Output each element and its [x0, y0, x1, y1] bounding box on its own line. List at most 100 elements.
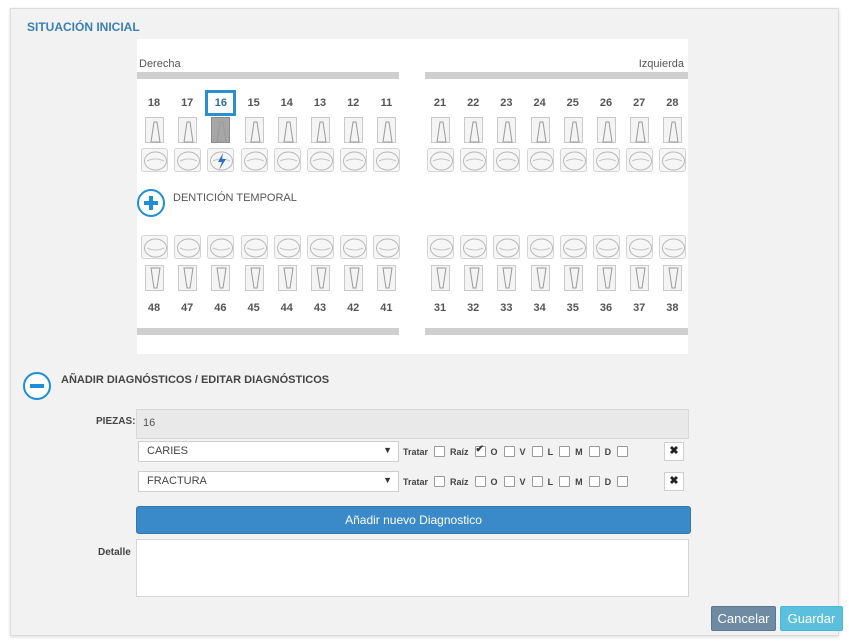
tooth-side-view-23[interactable] — [497, 117, 517, 143]
diagnosis-select-1[interactable]: CARIES ▼ — [138, 441, 399, 462]
tooth-occlusal-view-22[interactable] — [460, 148, 488, 172]
tooth-number-16[interactable]: 16 — [205, 90, 237, 116]
tooth-occlusal-view-31[interactable] — [427, 235, 454, 259]
tooth-occlusal-view-13[interactable] — [307, 148, 334, 172]
detalle-textarea[interactable] — [136, 539, 689, 597]
v-checkbox-1[interactable] — [503, 446, 515, 457]
tooth-number-37[interactable]: 37 — [625, 302, 653, 314]
l-checkbox-2[interactable] — [531, 476, 543, 487]
tooth-side-view-27[interactable] — [630, 117, 650, 143]
tooth-occlusal-view-47[interactable] — [174, 235, 202, 259]
tooth-occlusal-view-43[interactable] — [307, 235, 334, 259]
tooth-number-12[interactable]: 12 — [339, 97, 367, 109]
tooth-side-view-47[interactable] — [178, 265, 198, 291]
tooth-side-view-37[interactable] — [630, 265, 650, 291]
tooth-number-48[interactable]: 48 — [140, 302, 168, 314]
tooth-side-view-41[interactable] — [377, 265, 397, 291]
tooth-side-view-16[interactable] — [211, 117, 231, 143]
tooth-number-11[interactable]: 11 — [372, 97, 400, 109]
tooth-number-41[interactable]: 41 — [372, 302, 400, 314]
delete-diagnosis-button-2[interactable]: ✖ — [664, 472, 684, 491]
tooth-number-31[interactable]: 31 — [426, 302, 454, 314]
tooth-side-view-35[interactable] — [563, 265, 583, 291]
tooth-number-45[interactable]: 45 — [240, 302, 268, 314]
tooth-number-44[interactable]: 44 — [273, 302, 301, 314]
l-checkbox-1[interactable] — [531, 446, 543, 457]
tooth-number-27[interactable]: 27 — [625, 97, 653, 109]
m-checkbox-1[interactable] — [559, 446, 571, 457]
tooth-side-view-22[interactable] — [464, 117, 484, 143]
tooth-occlusal-view-36[interactable] — [593, 235, 620, 259]
tooth-occlusal-view-28[interactable] — [659, 148, 687, 172]
tooth-side-view-34[interactable] — [530, 265, 550, 291]
tooth-occlusal-view-23[interactable] — [493, 148, 521, 172]
save-button[interactable]: Guardar — [780, 606, 843, 631]
tooth-occlusal-view-11[interactable] — [373, 148, 401, 172]
tooth-number-25[interactable]: 25 — [559, 97, 587, 109]
diagnosis-select-2[interactable]: FRACTURA ▼ — [138, 471, 399, 492]
tooth-side-view-48[interactable] — [145, 265, 164, 291]
tooth-number-26[interactable]: 26 — [592, 97, 620, 109]
extra-checkbox-1[interactable] — [617, 446, 629, 457]
tratar-checkbox-1[interactable] — [434, 446, 446, 457]
tooth-side-view-25[interactable] — [563, 117, 583, 143]
tooth-occlusal-view-46[interactable] — [207, 235, 235, 259]
tooth-side-view-33[interactable] — [497, 265, 517, 291]
tooth-occlusal-view-41[interactable] — [373, 235, 401, 259]
tooth-number-43[interactable]: 43 — [306, 302, 334, 314]
tooth-number-34[interactable]: 34 — [526, 302, 554, 314]
tooth-number-42[interactable]: 42 — [339, 302, 367, 314]
tooth-number-46[interactable]: 46 — [206, 302, 234, 314]
expand-temporal-button[interactable] — [137, 189, 165, 217]
tooth-occlusal-view-48[interactable] — [141, 235, 168, 259]
extra-checkbox-2[interactable] — [617, 476, 629, 487]
v-checkbox-2[interactable] — [503, 476, 515, 487]
tooth-side-view-28[interactable] — [663, 117, 683, 143]
tooth-side-view-26[interactable] — [597, 117, 616, 143]
tooth-occlusal-view-35[interactable] — [559, 235, 587, 259]
tooth-occlusal-view-21[interactable] — [427, 148, 454, 172]
o-checkbox-2[interactable] — [474, 476, 486, 487]
tooth-number-14[interactable]: 14 — [273, 97, 301, 109]
tooth-side-view-14[interactable] — [277, 117, 297, 143]
tooth-occlusal-view-25[interactable] — [559, 148, 587, 172]
tooth-side-view-24[interactable] — [530, 117, 550, 143]
tooth-number-47[interactable]: 47 — [173, 302, 201, 314]
cancel-button[interactable]: Cancelar — [711, 606, 776, 631]
tooth-occlusal-view-24[interactable] — [526, 148, 554, 172]
o-checkbox-1[interactable] — [474, 444, 486, 457]
tooth-side-view-45[interactable] — [244, 265, 264, 291]
tooth-side-view-11[interactable] — [377, 117, 397, 143]
tooth-number-18[interactable]: 18 — [140, 97, 168, 109]
tooth-occlusal-view-34[interactable] — [526, 235, 554, 259]
tooth-side-view-31[interactable] — [431, 265, 450, 291]
tooth-occlusal-view-38[interactable] — [659, 235, 687, 259]
tooth-occlusal-view-26[interactable] — [593, 148, 620, 172]
collapse-diagnostics-button[interactable] — [23, 372, 51, 400]
tooth-number-38[interactable]: 38 — [658, 302, 686, 314]
tooth-side-view-15[interactable] — [244, 117, 264, 143]
tooth-number-32[interactable]: 32 — [459, 302, 487, 314]
tooth-occlusal-view-16[interactable] — [207, 148, 235, 172]
tooth-occlusal-view-33[interactable] — [493, 235, 521, 259]
tooth-occlusal-view-37[interactable] — [626, 235, 654, 259]
add-diagnosis-button[interactable]: Añadir nuevo Diagnostico — [136, 506, 691, 534]
tooth-side-view-12[interactable] — [344, 117, 364, 143]
tooth-side-view-44[interactable] — [277, 265, 297, 291]
tooth-side-view-18[interactable] — [145, 117, 164, 143]
tooth-side-view-43[interactable] — [311, 265, 330, 291]
tooth-occlusal-view-44[interactable] — [273, 235, 301, 259]
tooth-side-view-13[interactable] — [311, 117, 330, 143]
m-checkbox-2[interactable] — [559, 476, 571, 487]
tooth-occlusal-view-18[interactable] — [141, 148, 168, 172]
tooth-side-view-42[interactable] — [344, 265, 364, 291]
tratar-checkbox-2[interactable] — [434, 476, 446, 487]
tooth-number-28[interactable]: 28 — [658, 97, 686, 109]
tooth-number-23[interactable]: 23 — [492, 97, 520, 109]
tooth-number-13[interactable]: 13 — [306, 97, 334, 109]
tooth-occlusal-view-12[interactable] — [340, 148, 368, 172]
tooth-number-24[interactable]: 24 — [526, 97, 554, 109]
tooth-occlusal-view-32[interactable] — [460, 235, 488, 259]
tooth-number-21[interactable]: 21 — [426, 97, 454, 109]
tooth-occlusal-view-45[interactable] — [240, 235, 268, 259]
